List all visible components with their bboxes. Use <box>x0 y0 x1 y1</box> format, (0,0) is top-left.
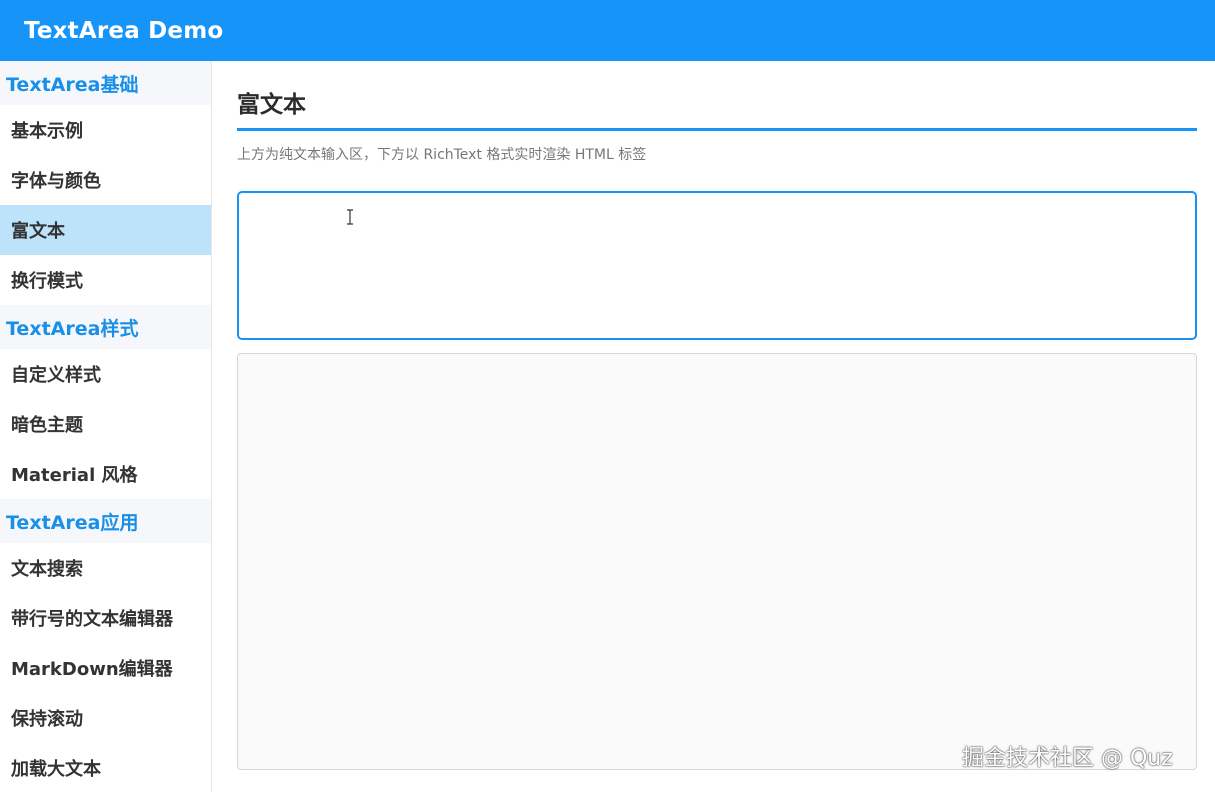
sidebar-item-rich-text[interactable]: 富文本 <box>0 205 211 255</box>
sidebar-item-text-search[interactable]: 文本搜索 <box>0 543 211 593</box>
sidebar-item-dark-theme[interactable]: 暗色主题 <box>0 399 211 449</box>
plain-text-input[interactable] <box>237 191 1197 340</box>
sidebar-group-basic: TextArea基础 <box>0 61 211 105</box>
sidebar-item-basic-example[interactable]: 基本示例 <box>0 105 211 155</box>
sidebar-group-style: TextArea样式 <box>0 305 211 349</box>
page-subtitle: 上方为纯文本输入区，下方以 RichText 格式实时渲染 HTML 标签 <box>237 147 647 163</box>
watermark: 掘金技术社区 @ Quz <box>962 746 1173 771</box>
sidebar-item-font-color[interactable]: 字体与颜色 <box>0 155 211 205</box>
sidebar-item-keep-scroll[interactable]: 保持滚动 <box>0 693 211 743</box>
app-header: TextArea Demo <box>0 0 1215 61</box>
rich-text-preview[interactable] <box>237 353 1197 770</box>
title-divider <box>237 128 1197 131</box>
sidebar-item-custom-style[interactable]: 自定义样式 <box>0 349 211 399</box>
main-content: 富文本 上方为纯文本输入区，下方以 RichText 格式实时渲染 HTML 标… <box>237 61 1197 792</box>
sidebar-item-line-number-editor[interactable]: 带行号的文本编辑器 <box>0 593 211 643</box>
app-title: TextArea Demo <box>24 17 224 44</box>
sidebar-group-application: TextArea应用 <box>0 499 211 543</box>
text-cursor-icon <box>347 209 353 225</box>
sidebar-item-material-style[interactable]: Material 风格 <box>0 449 211 499</box>
sidebar-item-wrap-mode[interactable]: 换行模式 <box>0 255 211 305</box>
sidebar-item-markdown-editor[interactable]: MarkDown编辑器 <box>0 643 211 693</box>
page-title: 富文本 <box>237 92 306 118</box>
app-window: TextArea Demo TextArea基础 基本示例 字体与颜色 富文本 … <box>0 0 1215 792</box>
sidebar[interactable]: TextArea基础 基本示例 字体与颜色 富文本 换行模式 TextArea样… <box>0 61 212 792</box>
sidebar-item-load-large-text[interactable]: 加载大文本 <box>0 743 211 792</box>
